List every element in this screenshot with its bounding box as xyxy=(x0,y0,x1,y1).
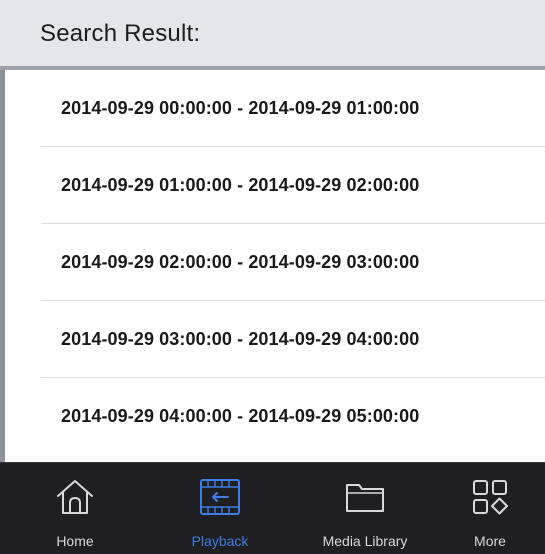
result-row[interactable]: 2014-09-29 02:00:00 - 2014-09-29 03:00:0… xyxy=(5,224,545,301)
grid-more-icon xyxy=(473,480,508,515)
tab-home[interactable]: Home xyxy=(30,463,120,554)
result-time-range: 2014-09-29 02:00:00 - 2014-09-29 03:00:0… xyxy=(61,252,420,272)
tab-bar: Home Playback Media Library More xyxy=(0,462,545,554)
page-title: Search Result: xyxy=(40,20,201,47)
playback-film-icon xyxy=(200,479,240,515)
tab-media-library-label: Media Library xyxy=(322,533,408,549)
result-row[interactable]: 2014-09-29 00:00:00 - 2014-09-29 01:00:0… xyxy=(5,70,545,147)
search-results-list: 2014-09-29 00:00:00 - 2014-09-29 01:00:0… xyxy=(5,70,545,462)
tab-home-label: Home xyxy=(56,533,94,549)
tab-playback[interactable]: Playback xyxy=(170,463,270,554)
search-result-screen: Search Result: 2014-09-29 00:00:00 - 201… xyxy=(0,0,545,554)
result-row[interactable]: 2014-09-29 03:00:00 - 2014-09-29 04:00:0… xyxy=(5,301,545,378)
result-time-range: 2014-09-29 03:00:00 - 2014-09-29 04:00:0… xyxy=(61,329,420,349)
tab-media-library[interactable]: Media Library xyxy=(305,463,425,554)
tab-more-label: More xyxy=(474,533,506,549)
result-time-range: 2014-09-29 04:00:00 - 2014-09-29 05:00:0… xyxy=(61,406,420,426)
result-time-range: 2014-09-29 00:00:00 - 2014-09-29 01:00:0… xyxy=(61,98,420,118)
tab-playback-label: Playback xyxy=(191,533,249,549)
result-row[interactable]: 2014-09-29 04:00:00 - 2014-09-29 05:00:0… xyxy=(5,378,545,455)
folder-icon xyxy=(346,484,384,512)
home-icon xyxy=(57,480,93,514)
header-bar: Search Result: xyxy=(0,0,545,70)
result-row[interactable]: 2014-09-29 01:00:00 - 2014-09-29 02:00:0… xyxy=(5,147,545,224)
result-time-range: 2014-09-29 01:00:00 - 2014-09-29 02:00:0… xyxy=(61,175,420,195)
tab-more[interactable]: More xyxy=(450,463,530,554)
